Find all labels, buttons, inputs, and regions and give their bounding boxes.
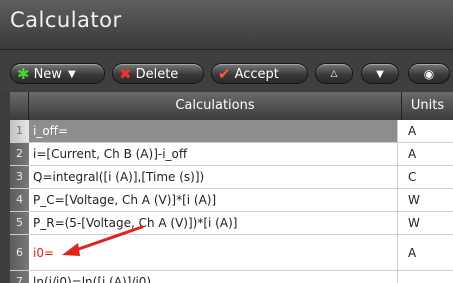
- table-row[interactable]: 1 i_off= A: [10, 120, 453, 143]
- calculation-cell[interactable]: Q=integral([i (A)],[Time (s)]): [29, 166, 398, 188]
- calculation-cell[interactable]: P_R=(5-[Voltage, Ch A (V)])*[i (A)]: [29, 212, 398, 234]
- unit-cell[interactable]: A: [402, 143, 453, 165]
- move-down-button[interactable]: ▼: [361, 63, 399, 84]
- move-up-button[interactable]: △: [315, 63, 353, 84]
- delete-button[interactable]: ✖ Delete: [112, 63, 204, 84]
- table-row[interactable]: 2 i=[Current, Ch B (A)]-i_off A: [10, 143, 453, 166]
- triangle-down-icon: ▼: [376, 69, 384, 80]
- title-bar: Calculator: [0, 0, 453, 50]
- toolbar: ✱ New ▼ ✖ Delete ✔ Accept △ ▼ ◉: [0, 50, 453, 91]
- window-title: Calculator: [10, 8, 122, 32]
- row-number: 7: [10, 271, 29, 283]
- new-star-icon: ✱: [17, 65, 30, 83]
- delete-x-icon: ✖: [119, 65, 132, 83]
- row-number: 2: [10, 143, 29, 165]
- units-header[interactable]: Units: [402, 92, 453, 120]
- new-button-label: New: [33, 67, 62, 82]
- row-number: 3: [10, 166, 29, 188]
- accept-button[interactable]: ✔ Accept: [211, 63, 308, 84]
- calculation-cell[interactable]: i0=: [29, 235, 398, 270]
- table-row[interactable]: 5 P_R=(5-[Voltage, Ch A (V)])*[i (A)] W: [10, 212, 453, 235]
- row-number: 1: [10, 120, 29, 142]
- chevron-down-icon: ▼: [67, 69, 76, 80]
- unit-cell[interactable]: A: [402, 235, 453, 270]
- triangle-up-icon: △: [330, 69, 338, 79]
- table-row[interactable]: 7 ln(i/i0)=ln([i (A)]/i0): [10, 271, 453, 283]
- table-row[interactable]: 4 P_C=[Voltage, Ch A (V)]*[i (A)] W: [10, 189, 453, 212]
- preview-button[interactable]: ◉: [408, 63, 450, 84]
- calculator-panel: Calculator ✱ New ▼ ✖ Delete ✔ Accept △ ▼ ◉ C…: [0, 0, 453, 283]
- unit-cell[interactable]: A: [402, 120, 453, 142]
- new-button[interactable]: ✱ New ▼: [10, 63, 105, 84]
- calculations-header[interactable]: Calculations: [29, 92, 402, 120]
- unit-cell[interactable]: W: [402, 189, 453, 211]
- delete-button-label: Delete: [135, 67, 179, 82]
- calculation-cell[interactable]: i_off=: [29, 120, 398, 142]
- row-number: 4: [10, 189, 29, 211]
- eye-icon: ◉: [423, 67, 435, 81]
- table-row[interactable]: 3 Q=integral([i (A)],[Time (s)]) C: [10, 166, 453, 189]
- calculation-cell[interactable]: ln(i/i0)=ln([i (A)]/i0): [29, 271, 398, 283]
- row-number: 6: [10, 235, 29, 270]
- calculation-cell[interactable]: i=[Current, Ch B (A)]-i_off: [29, 143, 398, 165]
- accept-check-icon: ✔: [218, 65, 231, 83]
- unit-cell[interactable]: W: [402, 212, 453, 234]
- row-number: 5: [10, 212, 29, 234]
- row-number-header: [10, 92, 29, 120]
- accept-button-label: Accept: [234, 67, 279, 82]
- calculations-table: Calculations Units 1 i_off= A 2 i=[Curre…: [10, 92, 453, 283]
- unit-cell[interactable]: C: [402, 166, 453, 188]
- table-row[interactable]: 6 i0= A: [10, 235, 453, 271]
- calculation-cell[interactable]: P_C=[Voltage, Ch A (V)]*[i (A)]: [29, 189, 398, 211]
- unit-cell[interactable]: [402, 271, 453, 283]
